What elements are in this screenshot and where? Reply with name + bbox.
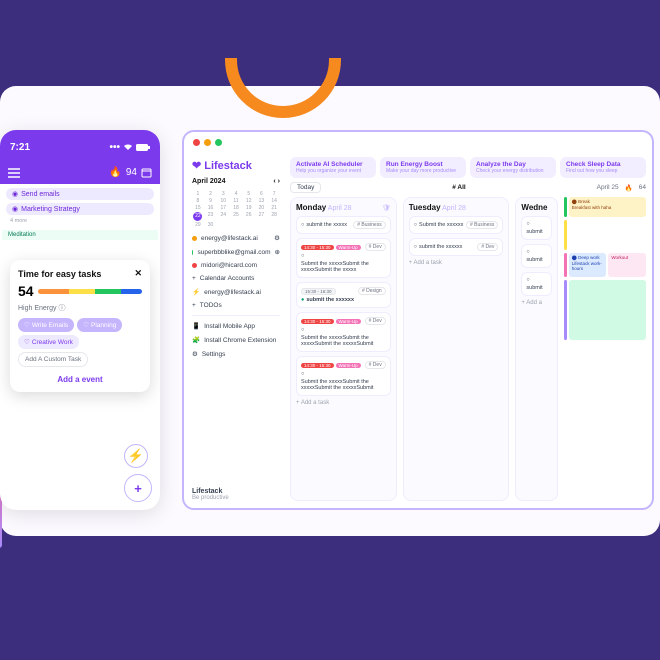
add-task-button[interactable]: + Add a task (296, 400, 391, 406)
event-strip[interactable]: ◉Marketing Strategy (6, 203, 154, 215)
signal-icon: ••• (109, 142, 120, 153)
main-content: Activate AI SchedulerHelp you organize y… (288, 153, 652, 507)
add-event-button[interactable]: Add a event (18, 375, 142, 384)
toolbar-date: April 25 (597, 184, 619, 191)
battery-icon (136, 144, 150, 151)
task-card[interactable]: 14:30 - 15:30Warm-Up# Dev ○Submit the xx… (296, 312, 391, 352)
more-events[interactable]: 4 more (6, 218, 154, 224)
quick-sleep[interactable]: Check Sleep DataFind out how you sleep (560, 157, 646, 178)
sidebar-link[interactable]: + TODOs (192, 302, 280, 309)
task-card[interactable]: ○ submit (521, 244, 551, 268)
task-card[interactable]: ○submit the xxxxxx# Dev (409, 238, 504, 256)
energy-bar (38, 289, 142, 294)
toolbar-streak: 64 (639, 184, 646, 191)
account-item[interactable]: superbbblike@gmail.com⊕ (192, 248, 280, 256)
task-card[interactable]: 14:30 - 15:30Warm-Up# Dev ○Submit the xx… (296, 238, 391, 278)
quick-analyze[interactable]: Analyze the DayCheck your energy distrib… (470, 157, 556, 178)
task-card[interactable]: 14:30 - 15:30Warm-Up# Dev ○Submit the xx… (296, 356, 391, 396)
agenda-timeline: ⬤ BreakBreakfast with haha ⬤ Deep workLi… (564, 197, 646, 501)
modal-title: Time for easy tasks (18, 269, 101, 279)
task-card[interactable]: 15:30 - 16:30# Design ●submit the xxxxxx (296, 282, 391, 308)
desktop-window: ❤ Lifestack April 2024 ‹ › 1234567 89101… (182, 130, 654, 510)
fab-add[interactable]: + (124, 474, 152, 502)
chip-creative[interactable]: ♡ Creative Work (18, 335, 79, 349)
task-card[interactable]: ○ submit (521, 216, 551, 240)
brand-logo[interactable]: ❤ Lifestack (192, 159, 280, 172)
add-task-button[interactable]: + Add a (521, 300, 551, 306)
hamburger-icon[interactable] (8, 168, 20, 178)
window-controls[interactable] (184, 132, 652, 153)
sidebar-link[interactable]: ⚙ Settings (192, 350, 280, 358)
flame-icon: 🔥 (109, 167, 121, 178)
streak-count: 94 (126, 167, 137, 178)
sidebar: ❤ Lifestack April 2024 ‹ › 1234567 89101… (184, 153, 288, 507)
column-tuesday: Tuesday April 28 ○Submit the xxxxxx# Bus… (403, 197, 510, 501)
agenda-block[interactable] (569, 280, 646, 340)
task-card[interactable]: ○submit the xxxxx# Business (296, 216, 391, 234)
gear-icon[interactable]: ⚙ (274, 234, 280, 242)
quick-actions: Activate AI SchedulerHelp you organize y… (290, 157, 646, 178)
chip-write-emails[interactable]: ♡ Write Emails (18, 318, 74, 332)
add-task-button[interactable]: + Add a task (409, 260, 504, 266)
meditation-block[interactable]: Meditation (2, 230, 158, 240)
task-card[interactable]: ○Submit the xxxxxx# Business (409, 216, 504, 234)
account-item[interactable]: midori@hicard.com (192, 262, 280, 269)
mini-calendar[interactable]: 1234567 891011121314 15161718192021 2223… (192, 191, 280, 228)
decorative-arc (225, 58, 341, 118)
chevron-right-icon[interactable]: › (278, 178, 280, 185)
column-wednesday: Wedne ○ submit ○ submit ○ submit + Add a (515, 197, 557, 501)
sidebar-link[interactable]: ⚡ energy@lifestack.ai (192, 288, 280, 296)
wifi-icon (123, 143, 133, 151)
shield-icon: 🛡 (382, 204, 391, 212)
status-time: 7:21 (10, 142, 30, 153)
status-bar: 7:21 ••• (0, 130, 160, 164)
sidebar-link[interactable]: 📱 Install Mobile App (192, 322, 280, 330)
chip-planning[interactable]: ♡ Planning (77, 318, 122, 332)
today-button[interactable]: Today (290, 182, 321, 193)
calendar-icon[interactable] (141, 167, 152, 178)
flame-icon: 🔥 (625, 184, 633, 192)
fab-bolt[interactable]: ⚡ (124, 444, 148, 468)
info-icon[interactable]: ⓘ (59, 303, 66, 313)
energy-score: 54 (18, 283, 34, 299)
event-strip[interactable]: ◉Send emails (6, 188, 154, 200)
account-item[interactable]: energy@lifestack.ai⚙ (192, 234, 280, 242)
sidebar-footer: Lifestack Be productive (192, 488, 280, 501)
close-icon[interactable]: ✕ (134, 268, 142, 279)
chip-custom[interactable]: Add A Custom Task (18, 352, 88, 367)
sidebar-link[interactable]: + Calendar Accounts (192, 275, 280, 282)
energy-label: High Energy (18, 305, 57, 312)
sidebar-link[interactable]: 🧩 Install Chrome Extension (192, 336, 280, 344)
chevron-left-icon[interactable]: ‹ (273, 178, 275, 185)
plus-icon[interactable]: ⊕ (275, 248, 280, 256)
calendar-today[interactable]: 22 (193, 212, 202, 221)
board-toolbar: Today # All April 25 🔥 64 (290, 182, 646, 193)
task-card[interactable]: ○ submit (521, 272, 551, 296)
month-label: April 2024 (192, 178, 225, 185)
column-monday: Monday April 28🛡 ○submit the xxxxx# Busi… (290, 197, 397, 501)
phone-mock: 7:21 ••• 🔥 94 (0, 130, 160, 510)
quick-ai-scheduler[interactable]: Activate AI SchedulerHelp you organize y… (290, 157, 376, 178)
month-nav: April 2024 ‹ › (192, 178, 280, 185)
energy-modal: Time for easy tasks ✕ 54 High Energy ⓘ ♡… (10, 260, 150, 392)
quick-energy-boost[interactable]: Run Energy BoostMake your day more produ… (380, 157, 466, 178)
filter-all[interactable]: # All (452, 184, 466, 191)
